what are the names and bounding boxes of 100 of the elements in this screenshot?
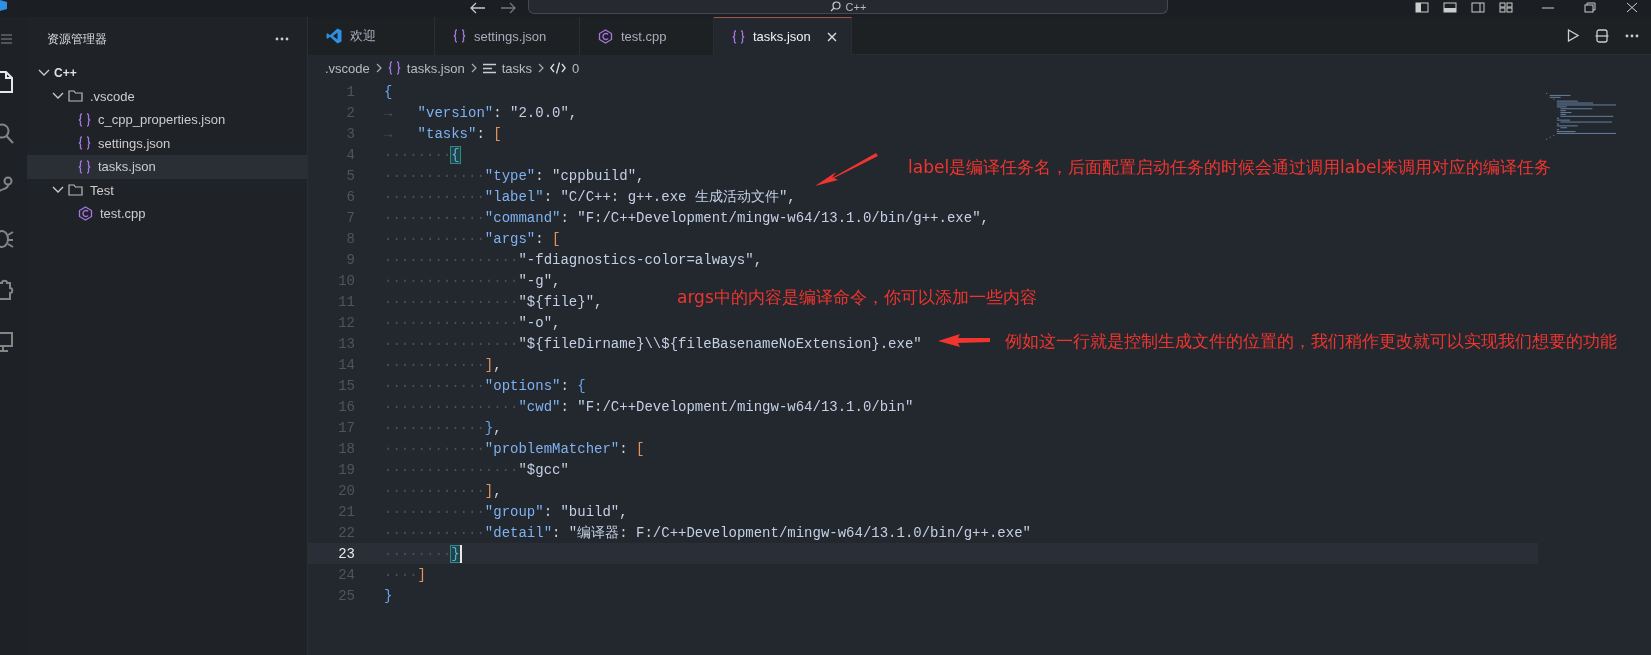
sidebar-layout-icon[interactable] [1415,2,1429,13]
chevron-down-icon [52,186,64,195]
chevron-down-icon [38,68,50,77]
code-line: }, [484,419,502,436]
bug-icon[interactable] [0,227,14,249]
folder-icon [68,184,83,197]
code-line: "group": "build", [484,503,628,520]
line-number: 23 [337,545,355,562]
whitespace-dots: ············ [384,440,485,457]
file-item[interactable]: settings.json [27,131,307,155]
whitespace-dots: ············ [384,188,485,205]
puzzle-icon[interactable] [0,279,14,301]
folder-item[interactable]: .vscode [27,84,307,108]
whitespace-dots: ············ [384,482,485,499]
breadcrumb-item[interactable]: 0 [571,60,580,76]
whitespace-dots: ············ [384,503,485,520]
breadcrumb-item[interactable]: tasks [501,60,532,76]
whitespace-dots: ············ [384,230,485,247]
arrow [815,153,878,186]
whitespace-dots: ················ [384,335,519,352]
code-line: ] [417,566,426,583]
search-icon[interactable] [0,123,14,145]
editor-tab[interactable]: 欢迎 [308,17,435,55]
code-line: "detail": "编译器: F:/C++Development/mingw-w64/13.1.0/bin/g++.exe" [484,523,1031,542]
whitespace-dots: ················ [384,272,519,289]
code-line: "type": "cppbuild", [484,167,645,184]
whitespace-dots: ············ [384,419,485,436]
breadcrumb-item[interactable]: tasks.json [406,60,465,76]
chevron-right-icon [470,63,477,73]
code-line: "options": { [484,377,586,394]
command-search-field[interactable]: C++ [528,0,1168,14]
more-icon[interactable] [275,37,289,41]
tab-marker: → [384,125,393,142]
code-line: "problemMatcher": [ [484,440,645,457]
whitespace-dots: ················ [384,398,519,415]
workspace-item[interactable]: C++ [27,61,307,85]
code-line: ], [484,356,502,373]
code-line: "-g", [518,272,561,289]
text-cursor [459,544,462,563]
c-file-icon [598,28,613,44]
chevron-right-icon [537,63,544,73]
whitespace-dots: ············ [384,209,485,226]
restore-icon[interactable] [1583,2,1597,13]
file-item[interactable]: tasks.json [27,155,307,179]
code-line: "command": "F:/C++Development/mingw-w64/13.1.0/bin/g++.exe", [484,209,989,226]
monitor-icon[interactable] [0,331,14,353]
whitespace-dots: ················ [384,251,519,268]
annotation-note: label是编译任务名，后面配置启动任务的时候会通过调用label来调用对应的编译任务 [908,156,1552,179]
code-line: } [384,587,393,604]
whitespace-dots: ········ [384,146,452,163]
folder-item[interactable]: Test [27,178,307,202]
arrow [938,334,990,347]
code-line: "$gcc" [518,461,569,478]
split-editor-icon[interactable] [1595,28,1609,43]
chevron-right-icon [375,63,382,73]
minimap-drawing [1544,93,1616,141]
list-icon [482,62,496,74]
secondary-sidebar-icon[interactable] [1471,2,1485,13]
braces-icon [453,29,466,43]
code-line: "-fdiagnostics-color=always", [518,251,763,268]
layout-grid-icon[interactable] [1499,2,1513,13]
file-item[interactable]: test.cpp [27,202,307,226]
panel-layout-icon[interactable] [1443,2,1457,13]
annotation-note: 例如这一行就是控制生成文件的位置的，我们稍作更改就可以实现我们想要的功能 [1005,330,1617,353]
braces-icon [78,136,91,151]
tab-marker: → [384,104,393,121]
whitespace-dots: ············ [384,377,485,394]
code-line: ], [484,482,502,499]
forward-icon[interactable] [500,2,516,14]
code-line: "version": "2.0.0", [417,104,578,121]
braces-icon [387,61,401,75]
braces-icon [78,112,91,127]
editor-tab[interactable]: tasks.json [714,17,852,55]
whitespace-dots: ············ [384,356,485,373]
code-line: "-o", [518,314,561,331]
braces-icon [78,159,91,174]
folder-icon [68,90,83,103]
close-icon[interactable] [826,31,837,42]
back-icon[interactable] [470,2,486,14]
whitespace-dots: ················ [384,461,519,478]
code-line: "${file}", [518,293,603,310]
file-item[interactable]: c_cpp_properties.json [27,108,307,132]
code-icon [549,62,566,74]
panel-title: 资源管理器 [47,30,107,48]
annotation-note: args中的内容是编译命令，你可以添加一些内容 [677,286,1037,309]
breadcrumb-item[interactable]: .vscode [325,60,370,76]
editor-tab[interactable]: settings.json [435,17,580,55]
whitespace-dots: ············ [384,524,485,541]
chevron-down-icon [52,92,64,101]
c-file-icon [78,206,93,222]
code-line: "${fileDirname}\\${fileBasenameNoExtension}.exe" [518,335,922,352]
whitespace-dots: ············ [384,167,485,184]
whitespace-dots: ················ [384,314,519,331]
close-icon[interactable] [1625,2,1639,13]
braces-icon [732,29,745,44]
run-icon[interactable] [1567,29,1579,42]
more-icon[interactable] [1625,33,1639,38]
files-icon[interactable] [0,71,14,93]
code-line: "cwd": "F:/C++Development/mingw-w64/13.1.0/bin" [518,398,914,415]
whitespace-dots: ········ [384,545,452,562]
